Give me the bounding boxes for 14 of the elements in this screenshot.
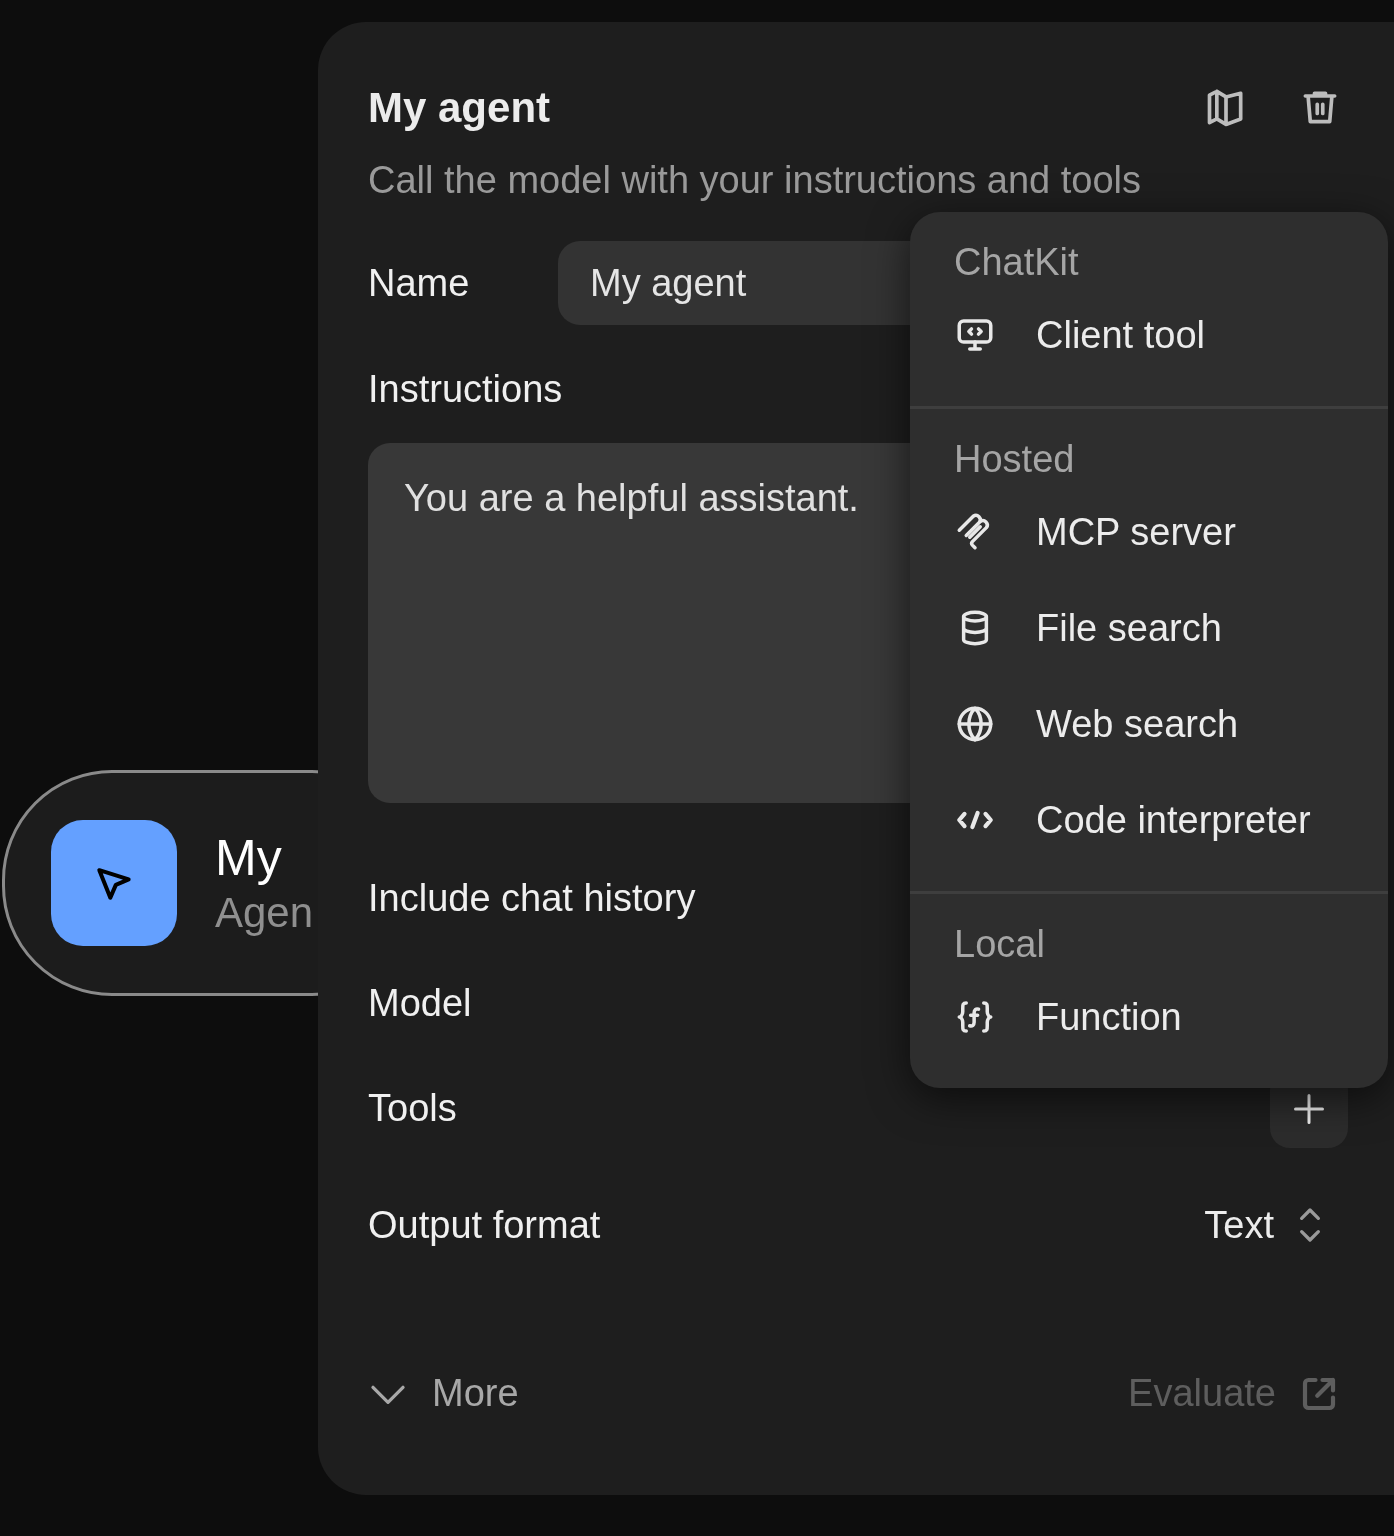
row-label: Output format xyxy=(368,1202,601,1248)
menu-section-heading: Local xyxy=(953,922,1046,967)
node-subtitle: Agen xyxy=(215,888,314,938)
menu-item[interactable]: Function xyxy=(910,969,1388,1065)
name-label: Name xyxy=(368,260,471,306)
instructions-label: Instructions xyxy=(368,367,564,412)
output-format-select[interactable]: Text xyxy=(1204,1196,1348,1254)
more-toggle[interactable]: More xyxy=(368,1365,519,1422)
menu-section-heading: ChatKit xyxy=(953,240,1080,285)
row-label: Tools xyxy=(368,1086,457,1131)
menu-item[interactable]: Client tool xyxy=(910,287,1388,383)
panel-title: My agent xyxy=(368,82,551,133)
node-title: My xyxy=(215,829,283,888)
panel-subtitle: Call the model with your instructions and tools xyxy=(368,158,1143,203)
